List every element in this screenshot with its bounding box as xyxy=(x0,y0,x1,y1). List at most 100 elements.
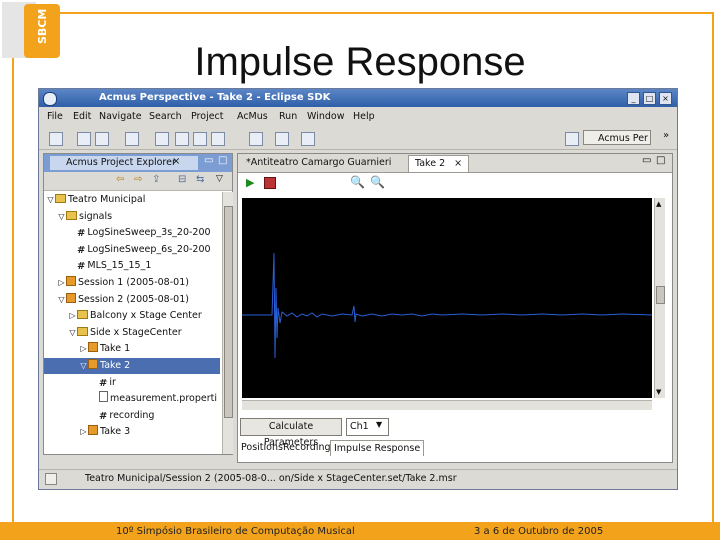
tab-antiteatro[interactable]: *Antiteatro Camargo Guarnieri xyxy=(240,155,397,171)
tree-scrollbar-thumb[interactable] xyxy=(224,206,233,418)
menu-acmus[interactable]: AcMus xyxy=(237,111,268,122)
twisty-icon[interactable]: ▽ xyxy=(68,325,77,341)
tree-item-label: recording xyxy=(109,409,155,421)
minimize-view-icon[interactable]: ▭ xyxy=(204,155,213,166)
channel-select[interactable]: Ch1 xyxy=(346,418,389,436)
menu-navigate[interactable]: Navigate xyxy=(99,111,142,122)
signal-icon: # xyxy=(99,377,108,389)
chart-icon[interactable] xyxy=(193,132,207,146)
menu-help[interactable]: Help xyxy=(353,111,375,122)
tab-take-2[interactable]: Take 2 × xyxy=(408,155,470,172)
tree-item[interactable]: ▽ Side x StageCenter xyxy=(44,325,220,341)
menu-edit[interactable]: Edit xyxy=(73,111,91,122)
perspective-overflow-icon[interactable]: » xyxy=(663,130,669,141)
status-bar: Teatro Municipal/Session 2 (2005-08-0...… xyxy=(39,469,677,488)
impulse-response-plot[interactable] xyxy=(242,198,652,398)
save-icon[interactable] xyxy=(77,132,91,146)
maximize-editor-icon[interactable]: □ xyxy=(656,155,665,166)
twisty-icon[interactable]: ▽ xyxy=(57,292,66,308)
page-title: Impulse Response xyxy=(194,40,526,84)
zoom-in-icon[interactable]: 🔍 xyxy=(350,175,365,189)
tree-item[interactable]: measurement.properti xyxy=(44,391,220,407)
tree-scrollbar[interactable] xyxy=(222,192,233,454)
menu-run[interactable]: Run xyxy=(279,111,297,122)
menu-window[interactable]: Window xyxy=(307,111,344,122)
maximize-view-icon[interactable]: □ xyxy=(218,155,227,166)
chart2-icon[interactable] xyxy=(211,132,225,146)
twisty-icon[interactable]: ▽ xyxy=(79,358,88,374)
file-icon xyxy=(99,391,108,403)
perspective-button[interactable]: Acmus Per xyxy=(583,130,651,145)
project-explorer-toolbar: ⇦ ⇨ ⇪ ⊟ ⇆ ▽ xyxy=(44,172,232,191)
search-icon[interactable] xyxy=(125,132,139,146)
zoom-out-icon[interactable]: 🔍 xyxy=(370,175,385,189)
up-nav-icon[interactable]: ⇪ xyxy=(152,174,160,185)
minimize-editor-icon[interactable]: ▭ xyxy=(642,155,651,166)
tree-item[interactable]: ▽ Teatro Municipal xyxy=(44,192,220,208)
menu-search[interactable]: Search xyxy=(149,111,182,122)
scroll-up-icon[interactable]: ▲ xyxy=(656,200,661,208)
minimize-button[interactable]: _ xyxy=(627,92,640,105)
twisty-icon[interactable]: ▷ xyxy=(57,275,66,291)
twisty-icon[interactable]: ▷ xyxy=(79,341,88,357)
tree-item[interactable]: ▷ Balcony x Stage Center xyxy=(44,308,220,324)
tab-take-2-label: Take 2 xyxy=(415,158,446,169)
twisty-icon[interactable]: ▽ xyxy=(57,209,66,225)
window-title: Acmus Perspective - Take 2 - Eclipse SDK xyxy=(99,92,331,103)
tree-item[interactable]: ▷ Take 3 xyxy=(44,424,220,440)
footer-left-text: 10º Simpósio Brasileiro de Computação Mu… xyxy=(116,526,355,537)
chevron-down-icon[interactable]: ▼ xyxy=(376,420,382,429)
twisty-icon[interactable]: ▽ xyxy=(46,192,55,208)
calculate-parameters-button[interactable]: Calculate Parameters xyxy=(240,418,342,448)
tree-item-label: Session 1 (2005-08-01) xyxy=(78,277,189,288)
stop-icon[interactable] xyxy=(264,177,276,189)
tab-recording[interactable]: Recording xyxy=(280,440,334,455)
tree-item[interactable]: # LogSineSweep_3s_20-200 xyxy=(44,225,220,241)
close-button[interactable]: × xyxy=(659,92,672,105)
history-icon[interactable] xyxy=(301,132,315,146)
print-icon[interactable] xyxy=(95,132,109,146)
menu-file[interactable]: File xyxy=(47,111,63,122)
tree-item[interactable]: ▽ Session 2 (2005-08-01) xyxy=(44,292,220,308)
tree-item[interactable]: # MLS_15_15_1 xyxy=(44,258,220,274)
tree-item[interactable]: ▽ Take 2 xyxy=(44,358,220,374)
session-icon xyxy=(88,342,98,353)
twisty-icon[interactable]: ▷ xyxy=(79,424,88,440)
fast-view-icon[interactable] xyxy=(45,473,57,485)
tab-close-icon[interactable]: × xyxy=(454,158,462,169)
tree-item[interactable]: # LogSineSweep_6s_20-200 xyxy=(44,242,220,258)
back-nav-icon[interactable]: ⇦ xyxy=(116,174,124,185)
tree-item[interactable]: ▷ Take 1 xyxy=(44,341,220,357)
footer-bar xyxy=(0,522,720,540)
plot-scrollbar-thumb[interactable] xyxy=(656,286,665,304)
twisty-icon[interactable]: ▷ xyxy=(68,308,77,324)
tab-impulse-response[interactable]: Impulse Response xyxy=(330,440,425,456)
collapse-all-icon[interactable]: ⊟ xyxy=(178,174,186,185)
signal-icon: # xyxy=(77,261,86,273)
tree-item[interactable]: ▽ signals xyxy=(44,209,220,225)
signal-icon: # xyxy=(99,410,108,422)
maximize-button[interactable]: □ xyxy=(643,92,656,105)
wand-icon[interactable] xyxy=(155,132,169,146)
tree-item[interactable]: ▷ Session 1 (2005-08-01) xyxy=(44,275,220,291)
open-perspective-icon[interactable] xyxy=(565,132,579,146)
menu-project[interactable]: Project xyxy=(191,111,224,122)
table-icon[interactable] xyxy=(175,132,189,146)
play-icon[interactable]: ▶ xyxy=(246,176,254,189)
tab-close-icon[interactable]: × xyxy=(172,156,180,167)
scroll-down-icon[interactable]: ▼ xyxy=(656,388,661,396)
tree-item[interactable]: # recording xyxy=(44,408,220,424)
back-icon[interactable] xyxy=(249,132,263,146)
tree-item[interactable]: # ir xyxy=(44,375,220,391)
folder-icon xyxy=(55,194,66,203)
new-icon[interactable] xyxy=(49,132,63,146)
tree-item-label: Take 1 xyxy=(100,343,131,355)
forward-nav-icon[interactable]: ⇨ xyxy=(134,174,142,185)
view-menu-icon[interactable]: ▽ xyxy=(216,174,223,184)
window-titlebar[interactable]: Acmus Perspective - Take 2 - Eclipse SDK… xyxy=(39,89,677,107)
link-editor-icon[interactable]: ⇆ xyxy=(196,174,204,185)
forward-icon[interactable] xyxy=(275,132,289,146)
plot-vertical-scrollbar[interactable]: ▲ ▼ xyxy=(654,198,665,398)
plot-horizontal-scrollbar[interactable] xyxy=(242,400,652,410)
tab-positions[interactable]: Positions xyxy=(238,440,286,455)
